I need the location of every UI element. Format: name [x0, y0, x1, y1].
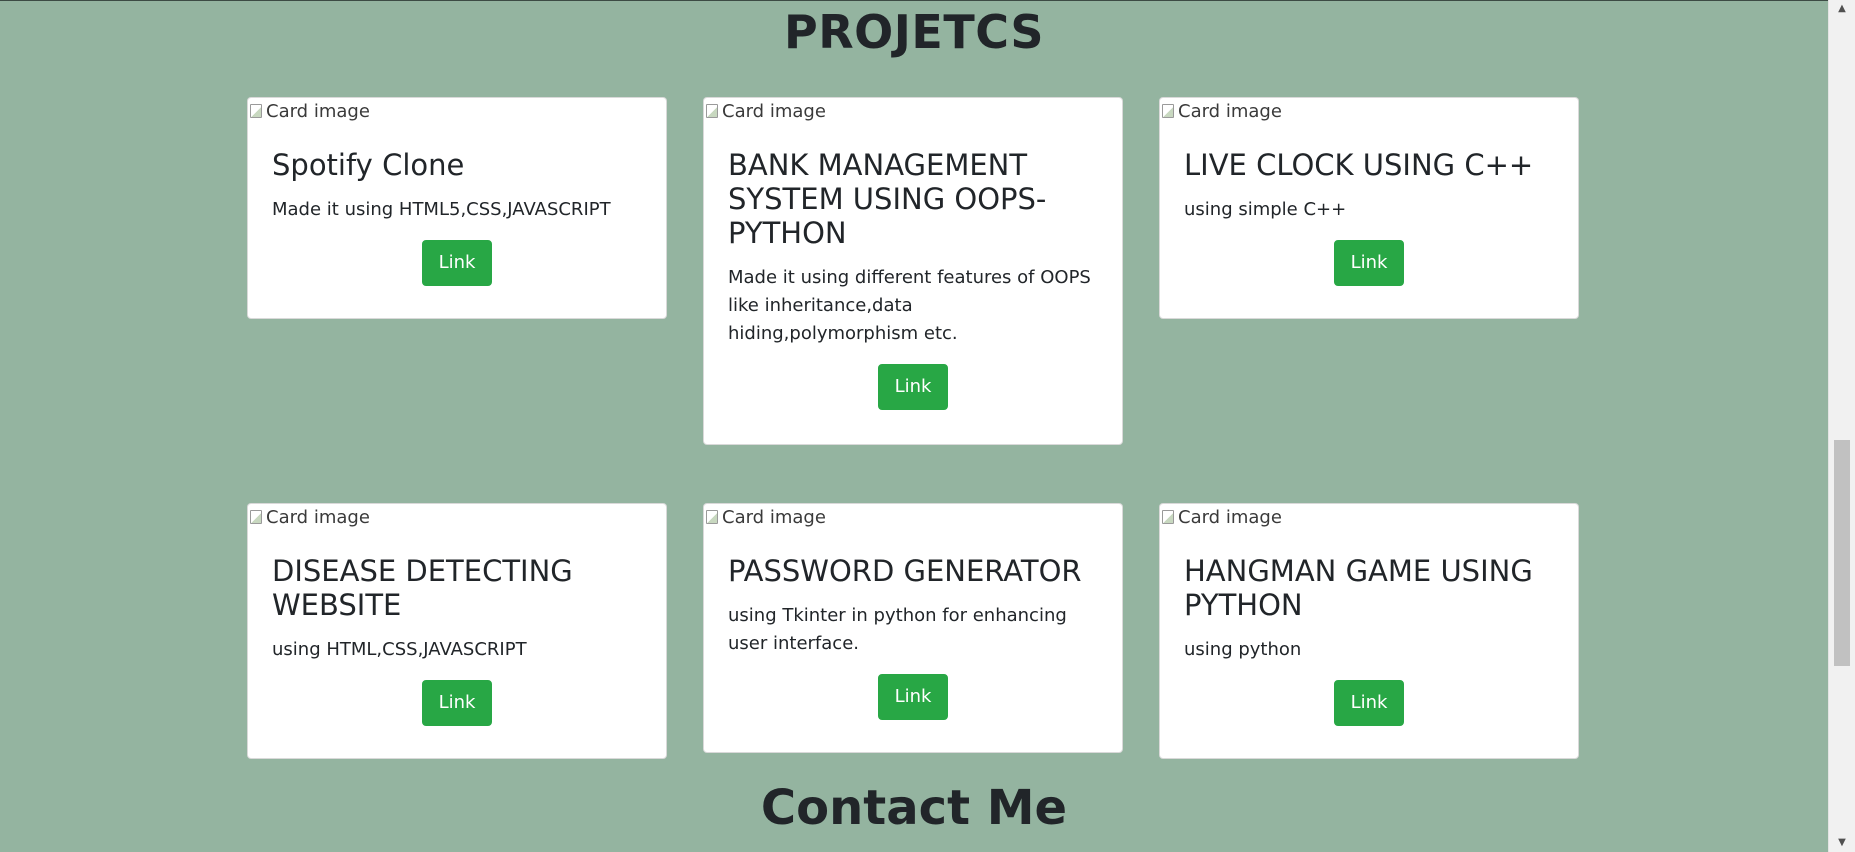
card-body: HANGMAN GAME USING PYTHON using python L… [1160, 532, 1578, 750]
card-link-button[interactable]: Link [877, 364, 949, 410]
card-image-alt: Card image [266, 507, 370, 528]
broken-image-icon [1162, 104, 1174, 118]
card-link-button[interactable]: Link [1333, 240, 1405, 286]
card-image-alt: Card image [1178, 507, 1282, 528]
scroll-down-arrow-icon[interactable]: ▼ [1829, 834, 1855, 852]
card-image: Card image [1160, 504, 1578, 532]
broken-image-icon [706, 104, 718, 118]
card-image-alt: Card image [722, 507, 826, 528]
page: PROJETCS Card image Spotify Clone Made i… [0, 0, 1828, 852]
card-body: Spotify Clone Made it using HTML5,CSS,JA… [248, 126, 666, 310]
project-card: Card image HANGMAN GAME USING PYTHON usi… [1159, 503, 1579, 759]
project-card: Card image LIVE CLOCK USING C++ using si… [1159, 97, 1579, 319]
broken-image-icon [1162, 510, 1174, 524]
card-image: Card image [704, 504, 1122, 532]
card-link-button[interactable]: Link [1333, 680, 1405, 726]
card-title: Spotify Clone [272, 148, 465, 182]
card-title: HANGMAN GAME USING PYTHON [1184, 554, 1533, 622]
scrollbar-thumb[interactable] [1834, 440, 1850, 666]
card-body: BANK MANAGEMENT SYSTEM USING OOPS-PYTHON… [704, 126, 1122, 434]
card-body: PASSWORD GENERATOR using Tkinter in pyth… [704, 532, 1122, 744]
card-image-alt: Card image [266, 101, 370, 122]
card-link-button[interactable]: Link [421, 680, 493, 726]
card-image-alt: Card image [1178, 101, 1282, 122]
project-card: Card image BANK MANAGEMENT SYSTEM USING … [703, 97, 1123, 445]
card-image-alt: Card image [722, 101, 826, 122]
scroll-up-arrow-icon[interactable]: ▲ [1829, 0, 1855, 18]
card-image: Card image [704, 98, 1122, 126]
card-image: Card image [248, 98, 666, 126]
card-link-button[interactable]: Link [877, 674, 949, 720]
card-body: DISEASE DETECTING WEBSITE using HTML,CSS… [248, 532, 666, 750]
card-text: Made it using different features of OOPS… [728, 267, 1091, 344]
card-title: PASSWORD GENERATOR [728, 554, 1082, 588]
card-text: using python [1184, 639, 1302, 660]
card-image: Card image [1160, 98, 1578, 126]
project-card: Card image Spotify Clone Made it using H… [247, 97, 667, 319]
card-title: DISEASE DETECTING WEBSITE [272, 554, 573, 622]
card-text: Made it using HTML5,CSS,JAVASCRIPT [272, 199, 611, 220]
project-card: Card image DISEASE DETECTING WEBSITE usi… [247, 503, 667, 759]
card-title: BANK MANAGEMENT SYSTEM USING OOPS-PYTHON [728, 148, 1047, 250]
card-link-button[interactable]: Link [421, 240, 493, 286]
card-body: LIVE CLOCK USING C++ using simple C++ Li… [1160, 126, 1578, 310]
vertical-scrollbar[interactable]: ▲ ▼ [1828, 0, 1855, 852]
contact-heading: Contact Me [760, 780, 1068, 836]
broken-image-icon [250, 510, 262, 524]
broken-image-icon [706, 510, 718, 524]
card-text: using simple C++ [1184, 199, 1347, 220]
card-text: using Tkinter in python for enhancing us… [728, 605, 1067, 654]
card-title: LIVE CLOCK USING C++ [1184, 148, 1534, 182]
project-card: Card image PASSWORD GENERATOR using Tkin… [703, 503, 1123, 753]
card-text: using HTML,CSS,JAVASCRIPT [272, 639, 527, 660]
projects-heading: PROJETCS [784, 5, 1044, 59]
card-image: Card image [248, 504, 666, 532]
broken-image-icon [250, 104, 262, 118]
